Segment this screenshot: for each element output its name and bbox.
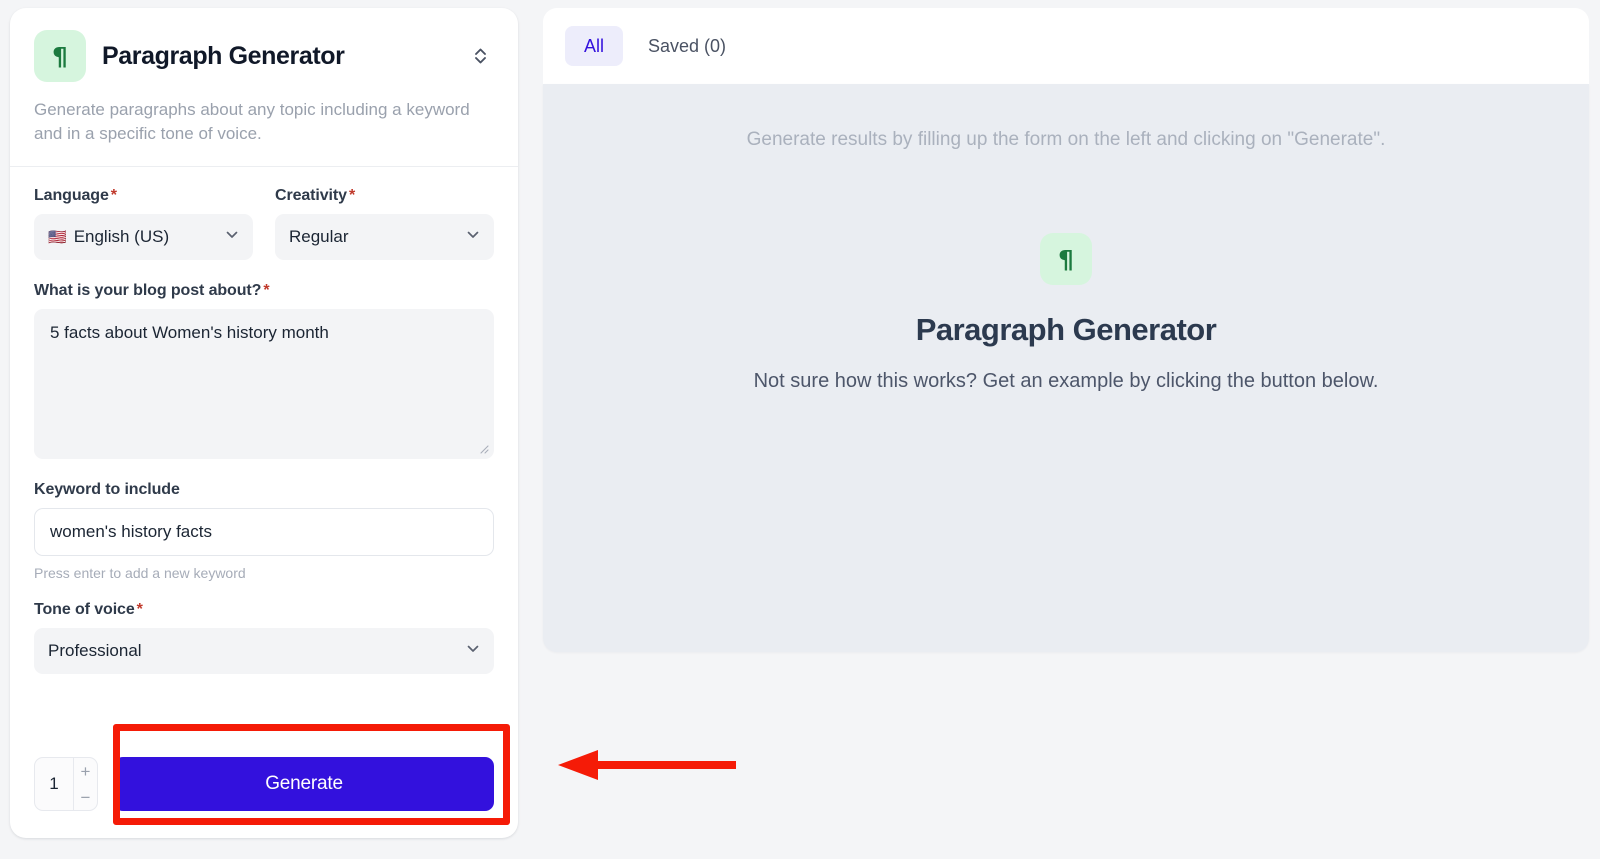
creativity-select-value: Regular: [289, 227, 349, 247]
language-select[interactable]: 🇺🇸 English (US): [34, 214, 253, 261]
form-body: Language* 🇺🇸 English (US) Creativity*: [10, 167, 518, 675]
language-field: Language * 🇺🇸 English (US): [34, 187, 253, 261]
results-tabs: All Saved (0): [543, 8, 1589, 84]
keyword-field: Keyword to include Press enter to add a …: [34, 481, 494, 581]
topic-textarea[interactable]: [34, 309, 494, 460]
tab-saved[interactable]: Saved (0): [629, 26, 745, 66]
empty-state-subtitle: Not sure how this works? Get an example …: [753, 370, 1379, 392]
results-column: All Saved (0) Generate results by fillin…: [543, 8, 1589, 652]
results-hint: Generate results by filling up the form …: [746, 129, 1386, 150]
topic-textarea-wrap: [34, 309, 494, 460]
generate-button[interactable]: Generate: [114, 757, 494, 811]
header-row: ¶ Paragraph Generator: [34, 30, 494, 82]
tone-select-value: Professional: [48, 641, 142, 661]
tone-select[interactable]: Professional: [34, 628, 494, 675]
results-panel: Generate results by filling up the form …: [543, 84, 1589, 652]
keyword-label: Keyword to include: [34, 481, 180, 499]
language-label: Language *: [34, 187, 117, 205]
creativity-select[interactable]: Regular: [275, 214, 494, 261]
required-marker: *: [263, 282, 270, 300]
paragraph-pilcrow-glyph: ¶: [52, 41, 68, 71]
quantity-decrement-button[interactable]: −: [74, 784, 97, 810]
required-marker: *: [348, 187, 356, 205]
card-header: ¶ Paragraph Generator Generate paragraph…: [10, 8, 518, 166]
empty-state-title: Paragraph Generator: [915, 312, 1217, 347]
topic-field: What is your blog post about? *: [34, 282, 494, 460]
language-select-value: English (US): [73, 227, 170, 247]
page-title: Paragraph Generator: [102, 41, 345, 70]
us-flag-icon: 🇺🇸: [48, 228, 67, 247]
topic-label: What is your blog post about? *: [34, 282, 270, 300]
required-marker: *: [110, 187, 117, 205]
creativity-label: Creativity *: [275, 187, 356, 205]
chevron-down-icon: [465, 641, 481, 662]
keyword-input[interactable]: [34, 508, 494, 557]
paragraph-pilcrow-glyph: ¶: [1058, 244, 1074, 274]
quantity-buttons: + −: [73, 758, 97, 810]
quantity-value: 1: [49, 774, 59, 793]
empty-state: ¶ Paragraph Generator Not sure how this …: [753, 233, 1379, 393]
paragraph-pilcrow-icon: ¶: [34, 30, 86, 82]
card-footer: 1 + − Generate: [10, 730, 518, 838]
annotation-arrow-left-icon: [558, 750, 736, 780]
tone-field: Tone of voice * Professional: [34, 601, 494, 675]
tab-all[interactable]: All: [565, 26, 624, 66]
creativity-field: Creativity * Regular: [275, 187, 494, 261]
paragraph-pilcrow-icon: ¶: [1039, 233, 1092, 285]
keyword-hint: Press enter to add a new keyword: [34, 565, 246, 582]
language-creativity-row: Language* 🇺🇸 English (US) Creativity*: [34, 187, 494, 261]
tone-label: Tone of voice *: [34, 601, 143, 619]
tool-form-card: ¶ Paragraph Generator Generate paragraph…: [10, 8, 518, 838]
chevron-up-down-icon[interactable]: [466, 42, 494, 70]
required-marker: *: [136, 601, 143, 619]
quantity-stepper[interactable]: 1 + −: [34, 757, 98, 811]
quantity-increment-button[interactable]: +: [74, 758, 97, 784]
chevron-down-icon: [224, 227, 240, 248]
tool-description: Generate paragraphs about any topic incl…: [34, 100, 470, 144]
chevron-down-icon: [465, 227, 481, 248]
